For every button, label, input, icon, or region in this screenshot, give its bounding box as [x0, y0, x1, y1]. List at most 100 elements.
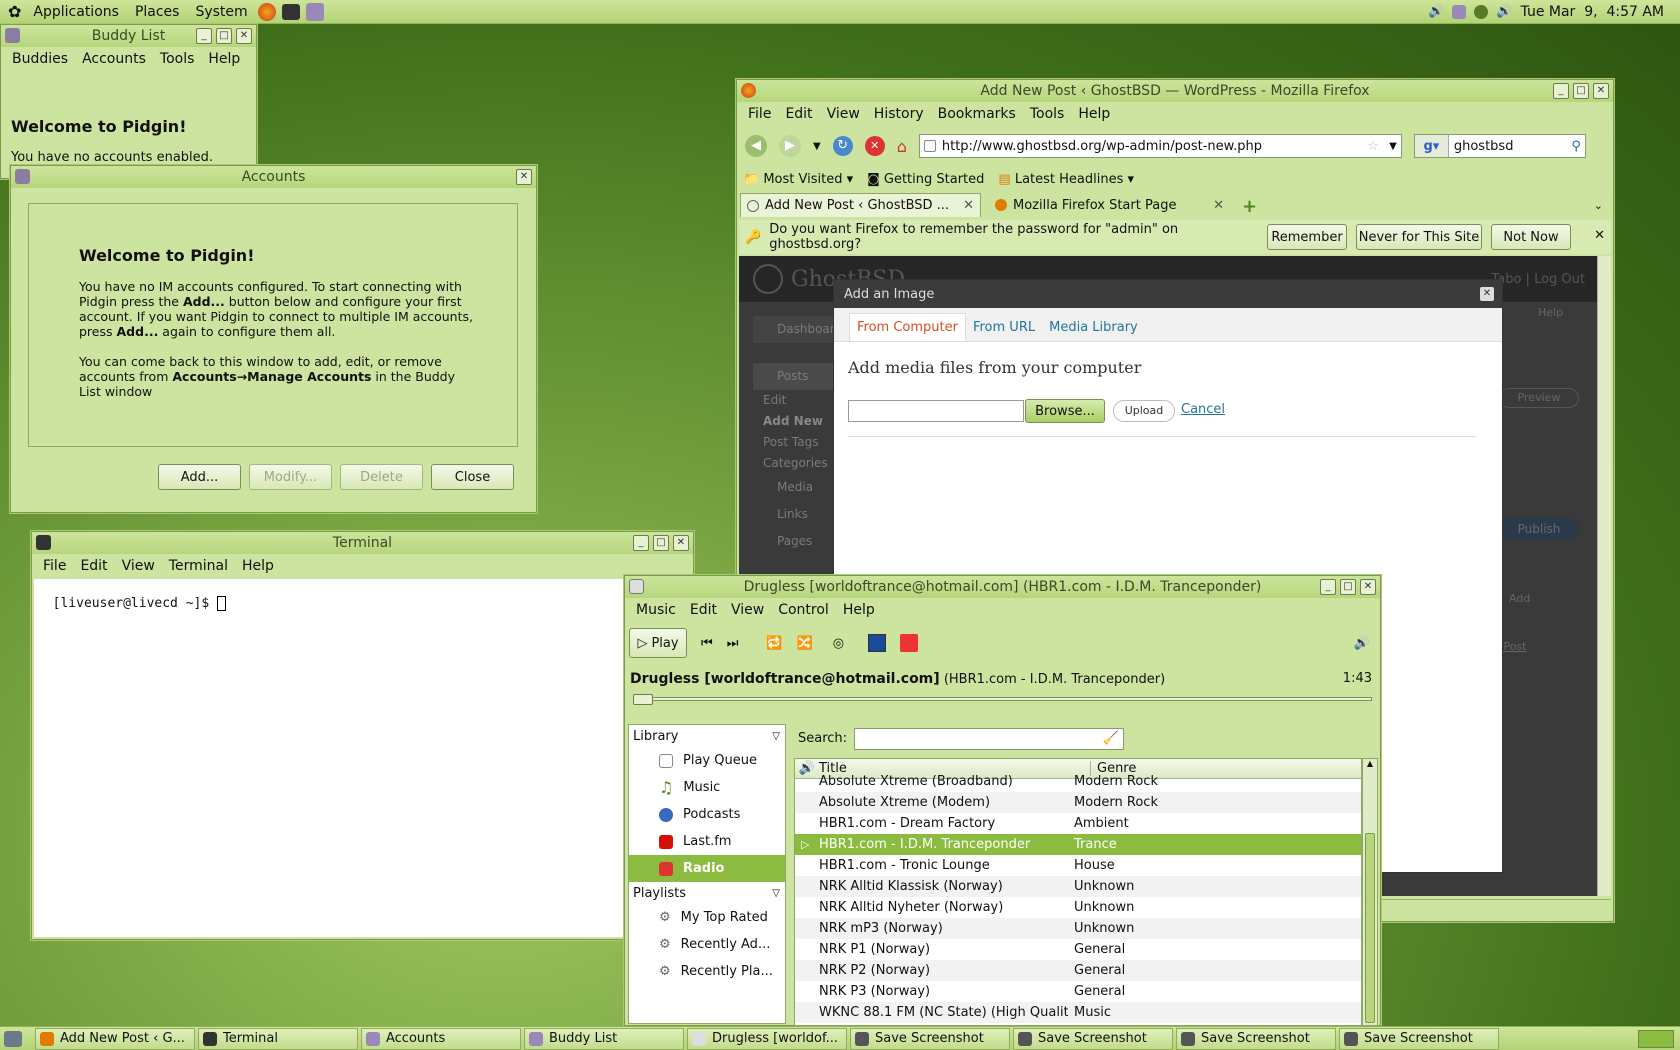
maximize-button[interactable]: □ [653, 535, 669, 551]
taskbar-item[interactable]: Terminal [198, 1027, 358, 1050]
menu-file[interactable]: File [36, 558, 73, 574]
table-row[interactable]: NRK mP3 (Norway) Unknown [795, 918, 1361, 939]
menu-file[interactable]: File [741, 106, 778, 122]
search-icon[interactable]: ⚲ [1571, 139, 1581, 154]
menu-edit[interactable]: Edit [778, 106, 819, 122]
bookmark-star-icon[interactable]: ☆ [1367, 139, 1379, 154]
library-header[interactable]: Library ▽ [629, 725, 785, 747]
bookmark-latest-headlines[interactable]: ▤ Latest Headlines ▾ [998, 172, 1134, 187]
volume-icon[interactable]: 🔊 [1428, 4, 1444, 19]
applications-menu[interactable]: Applications [25, 4, 127, 20]
clear-search-icon[interactable]: 🧹 [1103, 731, 1119, 746]
collapse-icon[interactable]: ▽ [772, 888, 780, 899]
wp-menu-post-tags[interactable]: Post Tags [753, 432, 838, 453]
menu-view[interactable]: View [820, 106, 867, 122]
terminal-area[interactable]: [liveuser@livecd ~]$ [34, 579, 691, 937]
minimize-button[interactable]: _ [633, 535, 649, 551]
tab-from-computer[interactable]: From Computer [849, 313, 966, 341]
history-dropdown-icon[interactable]: ▼ [813, 141, 821, 152]
close-button[interactable]: ✕ [236, 28, 252, 44]
wp-logout-link[interactable]: Log Out [1534, 272, 1585, 287]
dialog-close-icon[interactable]: ✕ [1480, 287, 1494, 301]
playlist-top-rated[interactable]: ⚙ My Top Rated [629, 904, 785, 931]
playlist-recently-played[interactable]: ⚙ Recently Pla... [629, 958, 785, 985]
home-icon[interactable]: ⌂ [897, 137, 907, 156]
not-now-button[interactable]: Not Now [1491, 224, 1571, 250]
wp-menu-dashboard[interactable]: Dashboard [753, 316, 842, 343]
pidgin-tray-icon[interactable] [1452, 4, 1467, 19]
collapse-icon[interactable]: ▽ [772, 731, 780, 742]
next-icon[interactable]: ⏭ [727, 636, 739, 651]
table-row[interactable]: HBR1.com - Dream Factory Ambient [795, 813, 1361, 834]
menu-help[interactable]: Help [1071, 106, 1117, 122]
wp-menu-pages[interactable]: Pages [753, 528, 838, 555]
wp-add-button[interactable]: Add [1509, 592, 1530, 605]
search-bar[interactable]: g▾ ghostbsd ⚲ [1413, 134, 1586, 158]
back-icon[interactable]: ◀ [745, 135, 767, 157]
menu-view[interactable]: View [115, 558, 162, 574]
stop-icon[interactable]: ✕ [864, 136, 885, 156]
seek-slider[interactable] [633, 697, 1372, 701]
bookmark-getting-started[interactable]: ◙ Getting Started [867, 172, 984, 187]
places-menu[interactable]: Places [127, 4, 188, 20]
maximize-button[interactable]: □ [1573, 83, 1589, 99]
search-input[interactable]: 🧹 [854, 728, 1124, 750]
tab-start-page[interactable]: Mozilla Firefox Start Page ✕ [989, 193, 1230, 217]
taskbar-item[interactable]: Drugless [worldof... [687, 1027, 847, 1050]
table-row[interactable]: Absolute Xtreme (Modem) Modern Rock [795, 792, 1361, 813]
menu-control[interactable]: Control [771, 602, 836, 618]
upload-button[interactable]: Upload [1113, 400, 1175, 422]
delete-button[interactable]: Delete [340, 464, 423, 490]
forward-icon[interactable]: ▶ [779, 135, 801, 157]
wp-publish-button[interactable]: Publish [1499, 518, 1579, 540]
close-tab-icon[interactable]: ✕ [963, 198, 974, 213]
menu-accounts[interactable]: Accounts [75, 51, 153, 67]
list-tabs-icon[interactable]: ⌄ [1594, 199, 1603, 212]
menu-edit[interactable]: Edit [683, 602, 724, 618]
wp-menu-media[interactable]: Media [753, 474, 838, 501]
visualization-icon[interactable] [868, 634, 887, 652]
reload-icon[interactable]: ↻ [832, 136, 853, 156]
taskbar-item[interactable]: Save Screenshot [1176, 1027, 1336, 1050]
table-row[interactable]: NRK Alltid Klassisk (Norway) Unknown [795, 876, 1361, 897]
taskbar-item[interactable]: Save Screenshot [1013, 1027, 1173, 1050]
new-playlist-icon[interactable] [900, 634, 919, 652]
wp-menu-categories[interactable]: Categories [753, 453, 838, 474]
maximize-button[interactable]: □ [216, 28, 232, 44]
gnome-foot-icon[interactable]: ✿ [8, 2, 21, 21]
file-path-input[interactable] [848, 400, 1024, 422]
menu-history[interactable]: History [867, 106, 931, 122]
firefox-launcher-icon[interactable] [257, 2, 276, 21]
taskbar-item[interactable]: Save Screenshot [850, 1027, 1010, 1050]
wp-menu-add-new[interactable]: Add New [753, 411, 838, 432]
source-podcasts[interactable]: Podcasts [629, 801, 785, 828]
menu-buddies[interactable]: Buddies [5, 51, 75, 67]
vertical-scrollbar[interactable] [1597, 256, 1611, 896]
close-button[interactable]: ✕ [1593, 83, 1609, 99]
close-notification-icon[interactable]: ✕ [1594, 228, 1605, 243]
url-dropdown-icon[interactable]: ▼ [1389, 141, 1397, 152]
tab-media-library[interactable]: Media Library [1042, 314, 1145, 341]
table-row[interactable]: HBR1.com - Tronic Lounge House [795, 855, 1361, 876]
wp-help-tab[interactable]: Help [1538, 306, 1563, 319]
taskbar-item[interactable]: Buddy List [524, 1027, 684, 1050]
source-play-queue[interactable]: Play Queue [629, 747, 785, 774]
minimize-button[interactable]: _ [196, 28, 212, 44]
table-row[interactable]: NRK P2 (Norway) General [795, 960, 1361, 981]
browse-icon[interactable]: ◎ [833, 636, 844, 651]
table-row[interactable]: WKNC 88.1 FM (NC State) (High Quality) Mu… [795, 1002, 1361, 1023]
close-button[interactable]: ✕ [673, 535, 689, 551]
table-row[interactable]: NRK Alltid Nyheter (Norway) Unknown [795, 897, 1361, 918]
table-row[interactable]: Absolute Xtreme (Broadband) Modern Rock [795, 771, 1361, 792]
menu-tools[interactable]: Tools [153, 51, 202, 67]
never-for-this-site-button[interactable]: Never for This Site [1356, 224, 1482, 250]
menu-view[interactable]: View [724, 602, 771, 618]
minimize-button[interactable]: _ [1320, 579, 1336, 595]
add-button[interactable]: Add... [158, 464, 241, 490]
cancel-link[interactable]: Cancel [1181, 402, 1225, 417]
menu-help[interactable]: Help [235, 558, 281, 574]
repeat-icon[interactable]: 🔁 [766, 636, 782, 651]
close-dialog-button[interactable]: Close [431, 464, 514, 490]
tab-add-new-post[interactable]: Add New Post ‹ GhostBSD ... ✕ [740, 193, 981, 217]
menu-help[interactable]: Help [836, 602, 882, 618]
